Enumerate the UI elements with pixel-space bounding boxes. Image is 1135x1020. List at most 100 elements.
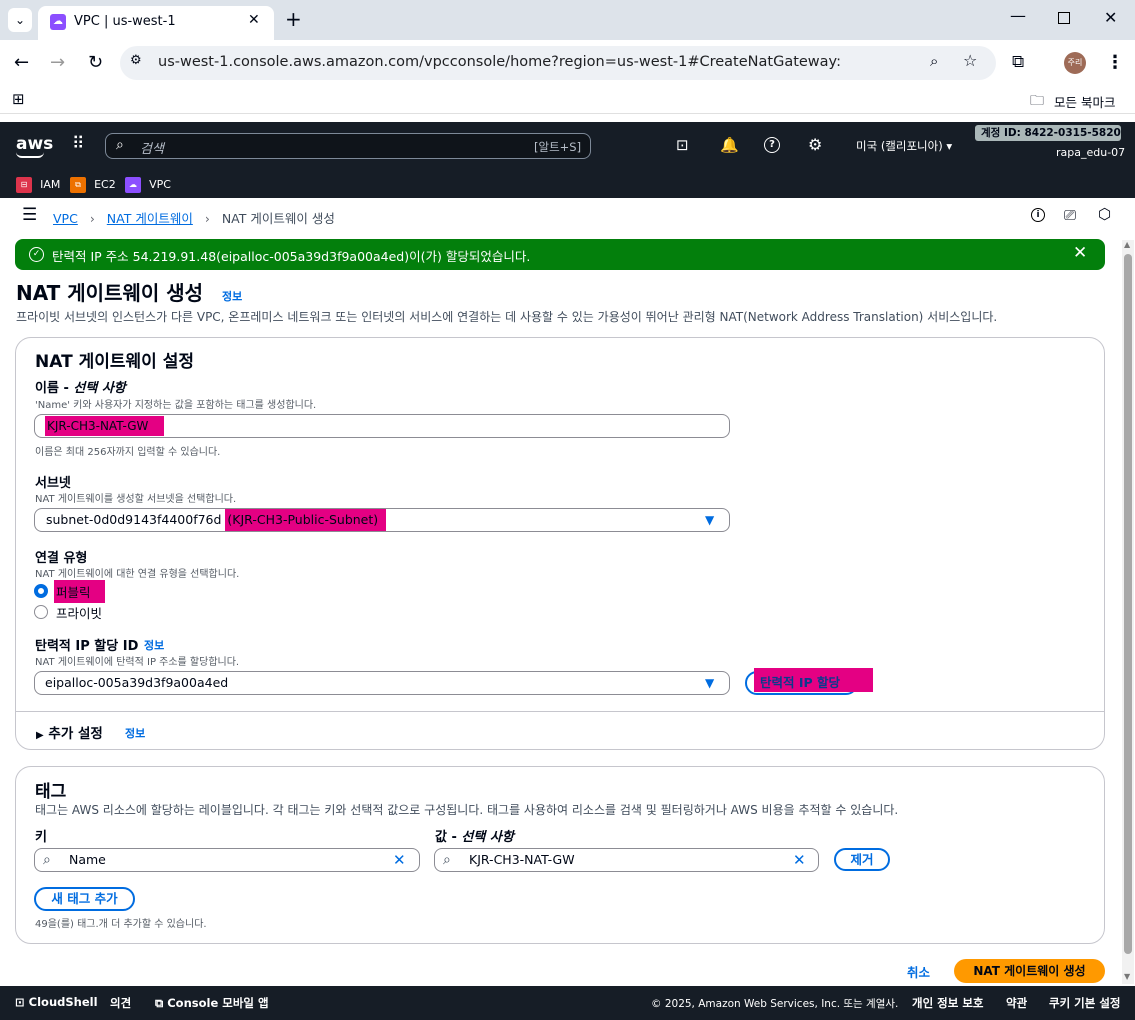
caret-down-icon: ▾: [946, 139, 953, 153]
scroll-up-icon[interactable]: ▲: [1124, 240, 1130, 249]
cloudshell-link[interactable]: ⊡ CloudShell: [15, 995, 98, 1009]
name-label-text: 이름 -: [35, 381, 74, 396]
external-link-icon: ⧉: [155, 996, 164, 1010]
privacy-link[interactable]: 개인 정보 보호: [912, 995, 984, 1011]
tags-description: 태그는 AWS 리소스에 할당하는 레이블입니다. 각 태그는 키와 선택적 값…: [35, 803, 899, 817]
subnet-label: 서브넷: [35, 476, 71, 491]
bookmarks-bar: [0, 86, 1135, 114]
name-description: 'Name' 키와 사용자가 지정하는 값을 포함하는 태그를 생성합니다.: [35, 400, 317, 411]
feedback-link[interactable]: 의견: [110, 995, 131, 1011]
address-bar[interactable]: ⚙ us-west-1.console.aws.amazon.com/vpcco…: [120, 46, 996, 80]
tags-remaining: 49을(를) 태그.개 더 추가할 수 있습니다.: [35, 919, 207, 930]
clear-icon[interactable]: ✕: [793, 849, 806, 871]
new-tab-icon[interactable]: +: [285, 7, 302, 31]
help-icon[interactable]: ?: [764, 137, 780, 153]
breadcrumb-vpc[interactable]: VPC: [53, 211, 78, 226]
hamburger-menu-icon[interactable]: ☰: [22, 205, 37, 225]
connectivity-label: 연결 유형: [35, 551, 88, 566]
settings-title: NAT 게이트웨이 설정: [35, 352, 194, 372]
tag-key-value: Name: [69, 852, 106, 867]
private-radio[interactable]: 프라이빗: [34, 602, 124, 622]
add-tag-button[interactable]: 새 태그 추가: [34, 887, 135, 911]
subnet-select[interactable]: subnet-0d0d9143f4400f76d (KJR-CH3-Public…: [34, 508, 730, 532]
username[interactable]: rapa_edu-07: [1056, 146, 1125, 159]
reload-icon[interactable]: ↻: [88, 52, 103, 73]
tag-value-optional: 선택 사항: [461, 830, 514, 845]
scrollbar-thumb[interactable]: [1124, 254, 1132, 954]
check-circle-icon: ✓: [29, 247, 44, 262]
tab-close-icon[interactable]: ✕: [248, 12, 260, 28]
all-bookmarks-link[interactable]: 모든 북마크: [1054, 92, 1115, 111]
folder-icon: 🗀: [1030, 93, 1044, 109]
cloudshell-icon[interactable]: ⊡: [676, 136, 689, 154]
maximize-icon[interactable]: [1058, 12, 1070, 24]
name-input[interactable]: KJR-CH3-NAT-GW: [34, 414, 730, 438]
remove-tag-button[interactable]: 제거: [834, 848, 890, 871]
apps-grid-icon[interactable]: ⊞: [12, 90, 25, 108]
aws-search-box[interactable]: ⌕ 검색 [알트+S]: [105, 133, 591, 159]
radio-unchecked-icon: [34, 605, 48, 619]
favorite-iam[interactable]: ⊟ IAM: [16, 174, 60, 193]
region-selector[interactable]: 미국 (캘리포니아) ▾: [856, 138, 952, 154]
forward-icon[interactable]: →: [50, 52, 65, 73]
flash-close-icon[interactable]: ✕: [1073, 243, 1087, 263]
extensions-icon[interactable]: ⧉: [1012, 52, 1024, 72]
tag-key-input[interactable]: ⌕ Name ✕: [34, 848, 420, 872]
tags-title: 태그: [35, 782, 67, 802]
back-icon[interactable]: ←: [14, 52, 29, 73]
tutorial-icon[interactable]: ⎚: [1064, 206, 1076, 224]
terms-link[interactable]: 약관: [1006, 995, 1027, 1011]
favorite-label: IAM: [40, 178, 61, 191]
subnet-description: NAT 게이트웨이를 생성할 서브넷을 선택합니다.: [35, 494, 237, 505]
favorite-ec2[interactable]: ⧉ EC2: [70, 174, 116, 193]
scroll-down-icon[interactable]: ▼: [1124, 972, 1130, 981]
tag-value-input[interactable]: ⌕ KJR-CH3-NAT-GW ✕: [434, 848, 819, 872]
eip-info-link[interactable]: 정보: [144, 637, 164, 653]
eip-label: 탄력적 IP 할당 ID: [35, 639, 139, 654]
console-app-link[interactable]: ⧉ Console 모바일 앱: [155, 995, 269, 1011]
favorite-vpc[interactable]: ☁ VPC: [125, 174, 171, 193]
public-radio[interactable]: 퍼블릭: [34, 578, 124, 603]
tab-list-icon[interactable]: ⌄: [8, 8, 32, 32]
bookmark-star-icon[interactable]: ☆: [963, 51, 977, 70]
notifications-bell-icon[interactable]: 🔔: [720, 136, 739, 154]
additional-info-link[interactable]: 정보: [125, 725, 145, 741]
profile-avatar[interactable]: 주리: [1064, 52, 1086, 74]
minimize-icon[interactable]: —: [1010, 6, 1026, 25]
zoom-icon[interactable]: ⌕: [930, 52, 938, 70]
account-id-badge[interactable]: 계정 ID: 8422-0315-5820: [975, 125, 1121, 141]
site-info-icon[interactable]: ⚙: [130, 53, 142, 68]
clear-icon[interactable]: ✕: [393, 849, 406, 871]
window-close-icon[interactable]: ✕: [1104, 8, 1117, 27]
services-grid-icon[interactable]: ⠿: [72, 134, 84, 154]
favorite-label: EC2: [94, 178, 116, 191]
scrollbar[interactable]: ▲ ▼: [1122, 240, 1134, 984]
allocate-eip-label: 탄력적 IP 할당: [754, 668, 873, 692]
tag-value-value: KJR-CH3-NAT-GW: [469, 852, 575, 867]
chevron-right-icon: ›: [204, 211, 210, 226]
browser-tab[interactable]: ☁ VPC | us-west-1 ✕: [38, 6, 274, 40]
info-panel-icon[interactable]: i: [1031, 208, 1045, 222]
search-icon: ⌕: [443, 852, 451, 868]
aws-logo[interactable]: aws: [16, 134, 53, 154]
console-app-label: Console 모바일 앱: [167, 996, 269, 1010]
feedback-hex-icon[interactable]: ⬡: [1098, 205, 1111, 223]
name-hint: 이름은 최대 256자까지 입력할 수 있습니다.: [35, 447, 221, 458]
cookie-settings-link[interactable]: 쿠키 기본 설정: [1049, 995, 1121, 1011]
search-shortcut: [알트+S]: [534, 140, 582, 154]
additional-settings-toggle[interactable]: ▶ 추가 설정: [36, 722, 103, 742]
page-info-link[interactable]: 정보: [222, 288, 242, 304]
subnet-name: (KJR-CH3-Public-Subnet): [225, 509, 387, 531]
search-placeholder: 검색: [140, 142, 164, 157]
browser-menu-icon[interactable]: ⋮: [1106, 52, 1124, 73]
tab-title: VPC | us-west-1: [74, 14, 176, 29]
chevron-right-icon: ›: [89, 211, 95, 226]
cancel-button[interactable]: 취소: [907, 962, 930, 981]
eip-select[interactable]: eipalloc-005a39d3f9a00a4ed ▼: [34, 671, 730, 695]
settings-gear-icon[interactable]: ⚙: [808, 135, 822, 154]
private-label: 프라이빗: [56, 606, 103, 621]
vpc-service-icon: ☁: [125, 176, 141, 193]
breadcrumb-nat[interactable]: NAT 게이트웨이: [107, 211, 193, 226]
create-nat-gateway-button[interactable]: NAT 게이트웨이 생성: [954, 959, 1105, 983]
name-value: KJR-CH3-NAT-GW: [45, 416, 165, 436]
